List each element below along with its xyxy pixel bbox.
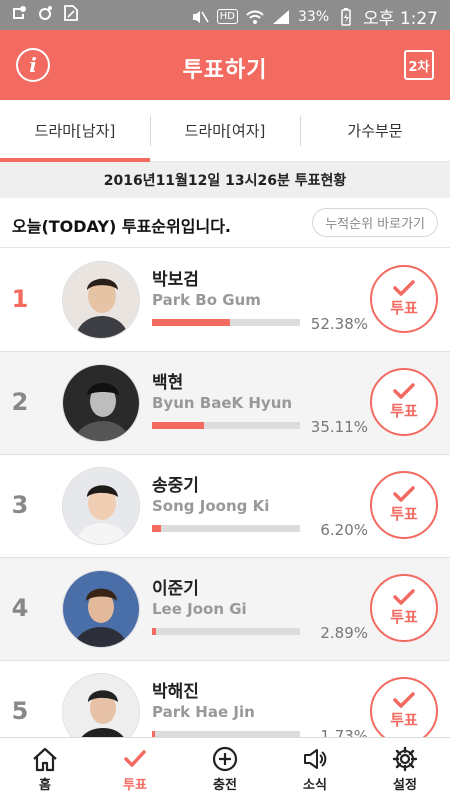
check-icon (393, 692, 415, 708)
nav-home[interactable]: 홈 (0, 738, 90, 800)
check-icon (393, 589, 415, 605)
vote-progress-fill (152, 628, 157, 635)
home-icon (33, 747, 57, 771)
sim-icon (62, 4, 80, 22)
check-icon (124, 749, 146, 767)
signal-icon (272, 8, 290, 26)
candidate-row: 3 송중기 Song Joong Ki 6.20% 투표 (0, 455, 450, 558)
nav-home-label: 홈 (39, 777, 51, 793)
battery-percent: 33% (298, 8, 330, 25)
nav-settings-label: 설정 (393, 777, 417, 793)
avatar (62, 364, 140, 442)
tab-drama-male[interactable]: 드라마[남자] (0, 100, 150, 162)
candidate-row: 1 박보검 Park Bo Gum 52.38% 투표 (0, 249, 450, 352)
candidate-name-ko: 이준기 (152, 579, 199, 599)
vote-button-label: 투표 (390, 505, 418, 523)
notification-icon (10, 4, 28, 22)
vote-button[interactable]: 투표 (370, 574, 438, 642)
page-title: 투표하기 (182, 58, 268, 83)
rank-number: 1 (11, 285, 29, 313)
vote-button-label: 투표 (390, 711, 418, 729)
candidate-name-ko: 송중기 (152, 476, 199, 496)
vote-button[interactable]: 투표 (370, 471, 438, 539)
vote-percent: 52.38% (310, 315, 368, 333)
today-ranking-header: 오늘(TODAY) 투표순위입니다. 누적순위 바로가기 (0, 198, 450, 248)
rank-number: 5 (11, 697, 29, 725)
candidate-name-en: Byun BaeK Hyun (152, 394, 293, 412)
vote-percent: 35.11% (310, 418, 368, 436)
vote-button[interactable]: 투표 (370, 677, 438, 737)
vote-progress-bar (152, 319, 300, 326)
candidate-row: 5 박해진 Park Hae Jin 1.73% 투표 (0, 661, 450, 737)
category-tabs: 드라마[남자] 드라마[여자] 가수부문 (0, 100, 450, 162)
candidate-name-en: Park Hae Jin (152, 703, 255, 721)
check-icon (393, 383, 415, 399)
candidate-row: 4 이준기 Lee Joon Gi 2.89% 투표 (0, 558, 450, 661)
vote-button-label: 투표 (390, 402, 418, 420)
gear-icon (392, 746, 418, 771)
vote-progress-fill (152, 525, 162, 532)
vote-percent: 6.20% (320, 521, 368, 539)
round-button[interactable]: 2차 (404, 50, 434, 80)
nav-news-label: 소식 (303, 777, 327, 793)
vote-progress-bar (152, 525, 300, 532)
candidate-list[interactable]: 1 박보검 Park Bo Gum 52.38% 투표 2 백현 Byun Ba… (0, 249, 450, 737)
vote-button[interactable]: 투표 (370, 368, 438, 436)
today-ranking-title: 오늘(TODAY) 투표순위입니다. (12, 217, 231, 236)
clock: 오후 1:27 (363, 9, 438, 29)
speaker-icon (304, 748, 327, 769)
candidate-name-ko: 박해진 (152, 682, 199, 702)
plus-circle-icon (212, 746, 238, 771)
vote-button-label: 투표 (390, 608, 418, 626)
nav-vote-label: 투표 (123, 777, 147, 793)
vote-status-date: 2016년11월12일 13시26분 투표현황 (0, 162, 450, 198)
rank-number: 2 (11, 388, 29, 416)
nav-news[interactable]: 소식 (270, 738, 360, 800)
check-icon (393, 280, 415, 296)
status-bar-left (10, 4, 80, 22)
candidate-name-ko: 백현 (152, 373, 184, 393)
candidate-name-en: Song Joong Ki (152, 497, 270, 515)
battery-icon (337, 7, 355, 26)
bottom-navigation: 홈 투표 충전 소식 설정 (0, 737, 450, 800)
nav-settings[interactable]: 설정 (360, 738, 450, 800)
avatar (62, 570, 140, 648)
avatar (62, 261, 140, 339)
vote-progress-fill (152, 422, 204, 429)
rank-number: 3 (11, 491, 29, 519)
tab-singer[interactable]: 가수부문 (300, 100, 450, 161)
nav-charge-label: 충전 (213, 777, 237, 793)
rank-number: 4 (11, 594, 29, 622)
wifi-icon (246, 8, 264, 26)
avatar (62, 467, 140, 545)
mute-icon (191, 8, 209, 26)
cumulative-ranking-button[interactable]: 누적순위 바로가기 (312, 208, 438, 237)
status-bar: HD 33% 오후 1:27 (0, 0, 450, 30)
vote-button[interactable]: 투표 (370, 265, 438, 333)
vote-percent: 2.89% (320, 624, 368, 642)
sync-icon (36, 4, 54, 22)
tab-drama-female[interactable]: 드라마[여자] (150, 100, 300, 161)
check-icon (393, 486, 415, 502)
vote-percent: 1.73% (320, 727, 368, 737)
candidate-row: 2 백현 Byun BaeK Hyun 35.11% 투표 (0, 352, 450, 455)
nav-vote[interactable]: 투표 (90, 738, 180, 800)
vote-progress-fill (152, 319, 230, 326)
vote-button-label: 투표 (390, 299, 418, 317)
hd-badge: HD (216, 9, 239, 24)
candidate-name-en: Park Bo Gum (152, 291, 261, 309)
app-header: i 투표하기 2차 (0, 30, 450, 100)
nav-charge[interactable]: 충전 (180, 738, 270, 800)
status-bar-right: HD 33% 오후 1:27 (191, 4, 438, 29)
candidate-name-ko: 박보검 (152, 270, 199, 290)
vote-progress-bar (152, 422, 300, 429)
avatar (62, 673, 140, 737)
candidate-name-en: Lee Joon Gi (152, 600, 247, 618)
vote-progress-bar (152, 628, 300, 635)
